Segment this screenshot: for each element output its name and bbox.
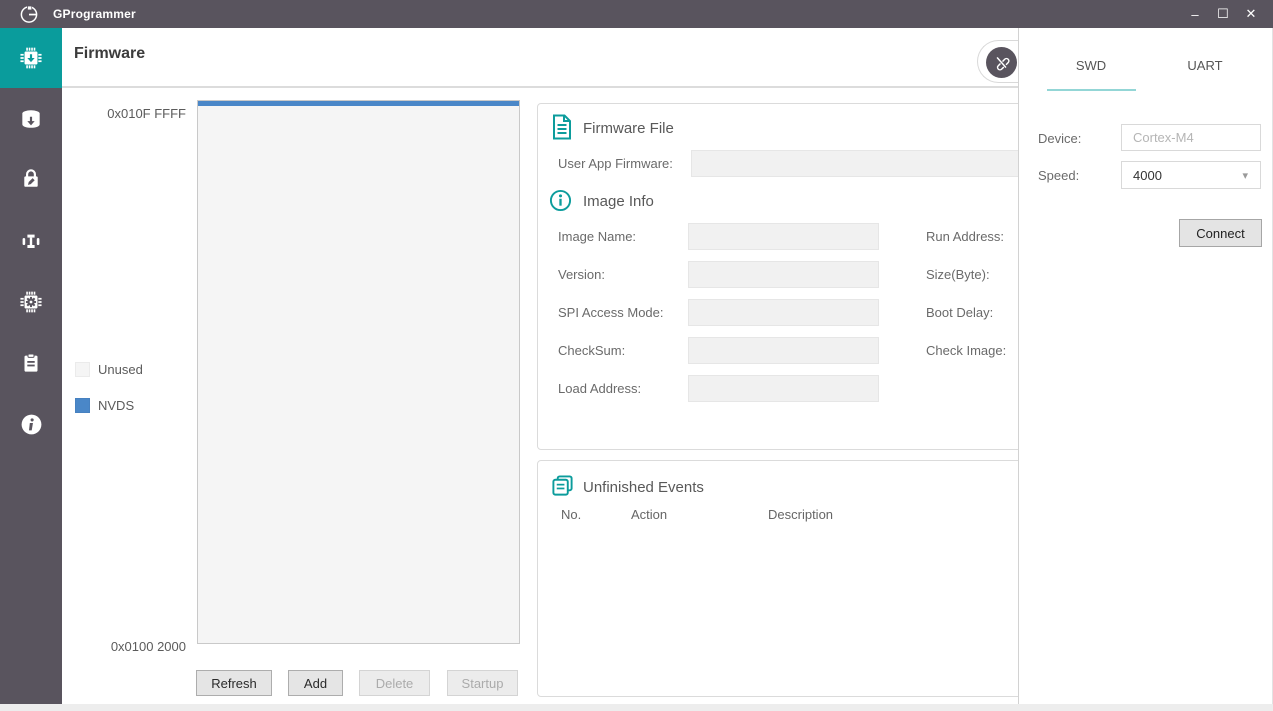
close-button[interactable]: ✕: [1237, 0, 1265, 28]
load-address-label: Load Address:: [558, 381, 641, 396]
memory-map[interactable]: [197, 100, 520, 644]
run-address-label: Run Address:: [926, 229, 1004, 244]
link-disconnected-icon: [993, 54, 1010, 71]
about-info-icon: [19, 412, 44, 437]
firmware-page: 0x010F FFFF 0x0100 2000 Unused NVDS Refr…: [62, 88, 1018, 704]
version-label: Version:: [558, 267, 605, 282]
app-title: GProgrammer: [53, 7, 136, 21]
memory-region-unused: [198, 106, 519, 643]
chevron-down-icon: ▾: [1242, 169, 1248, 182]
firmware-file-card: Firmware File User App Firmware: Image I…: [537, 103, 1018, 450]
flash-download-icon: [18, 107, 44, 133]
speed-label: Speed:: [1038, 168, 1079, 183]
legend-item-unused: Unused: [75, 362, 143, 377]
size-byte-label: Size(Byte):: [926, 267, 990, 282]
device-label: Device:: [1038, 131, 1081, 146]
legend-swatch-nvds: [75, 398, 90, 413]
connection-toggle-button[interactable]: [986, 47, 1017, 78]
version-input[interactable]: [688, 261, 879, 288]
lock-pencil-icon: [18, 166, 44, 192]
unfinished-events-title: Unfinished Events: [583, 479, 704, 496]
sidebar-item-efuse[interactable]: [0, 211, 62, 271]
image-info-icon: [549, 189, 572, 212]
sidebar-item-device-log[interactable]: [0, 333, 62, 393]
events-column-action: Action: [631, 507, 667, 522]
efuse-icon: [18, 228, 44, 254]
legend-label-nvds: NVDS: [98, 398, 134, 413]
add-button[interactable]: Add: [288, 670, 343, 696]
boot-delay-label: Boot Delay:: [926, 305, 993, 320]
sidebar-item-about[interactable]: [0, 394, 62, 454]
page-header: Firmware: [62, 28, 1018, 88]
device-log-clipboard-icon: [19, 351, 43, 375]
image-name-label: Image Name:: [558, 229, 636, 244]
spi-access-mode-label: SPI Access Mode:: [558, 305, 664, 320]
events-column-no: No.: [561, 507, 581, 522]
memory-top-address: 0x010F FFFF: [62, 106, 186, 121]
user-app-firmware-input[interactable]: [691, 150, 1018, 177]
gprogrammer-window: GProgrammer – ☐ ✕: [0, 0, 1273, 711]
connect-button[interactable]: Connect: [1179, 219, 1262, 247]
checksum-label: CheckSum:: [558, 343, 625, 358]
sidebar-item-firmware[interactable]: [0, 28, 62, 88]
image-info-title: Image Info: [583, 193, 654, 210]
tab-uart[interactable]: UART: [1161, 58, 1249, 73]
memory-map-regions: [198, 101, 519, 643]
connection-panel: SWD UART Device: Speed: 4000 ▾ Connect: [1018, 28, 1273, 704]
unfinished-events-card: Unfinished Events No. Action Description: [537, 460, 1018, 697]
spi-access-mode-input[interactable]: [688, 299, 879, 326]
startup-button[interactable]: Startup: [447, 670, 518, 696]
maximize-button[interactable]: ☐: [1209, 0, 1237, 28]
titlebar: GProgrammer – ☐ ✕: [0, 0, 1273, 28]
image-name-input[interactable]: [688, 223, 879, 250]
memory-bottom-address: 0x0100 2000: [62, 639, 186, 654]
tab-swd[interactable]: SWD: [1047, 58, 1135, 73]
checksum-input[interactable]: [688, 337, 879, 364]
firmware-file-title: Firmware File: [583, 120, 674, 137]
sidebar-item-flash[interactable]: [0, 90, 62, 150]
firmware-file-icon: [551, 114, 573, 140]
sidebar-item-chip-config[interactable]: [0, 272, 62, 332]
legend-label-unused: Unused: [98, 362, 143, 377]
active-tab-underline: [1047, 89, 1136, 91]
connection-status-capsule: [977, 40, 1018, 83]
legend-swatch-unused: [75, 362, 90, 377]
window-controls: – ☐ ✕: [1181, 0, 1265, 28]
goodix-logo-icon: [19, 4, 39, 24]
load-address-input[interactable]: [688, 375, 879, 402]
events-column-description: Description: [768, 507, 833, 522]
speed-select[interactable]: 4000 ▾: [1121, 161, 1261, 189]
page-title: Firmware: [74, 45, 145, 63]
speed-value: 4000: [1133, 168, 1162, 183]
window-bottom-strip: [0, 704, 1273, 711]
delete-button[interactable]: Delete: [359, 670, 430, 696]
unfinished-events-icon: [551, 474, 574, 497]
refresh-button[interactable]: Refresh: [196, 670, 272, 696]
sidebar-item-encrypt-sign[interactable]: [0, 149, 62, 209]
minimize-button[interactable]: –: [1181, 0, 1209, 28]
chip-gear-icon: [17, 288, 45, 316]
check-image-label: Check Image:: [926, 343, 1006, 358]
chip-download-icon: [17, 44, 45, 72]
sidebar: [0, 28, 62, 704]
user-app-firmware-label: User App Firmware:: [558, 156, 673, 171]
legend-item-nvds: NVDS: [75, 398, 134, 413]
device-input: [1121, 124, 1261, 151]
